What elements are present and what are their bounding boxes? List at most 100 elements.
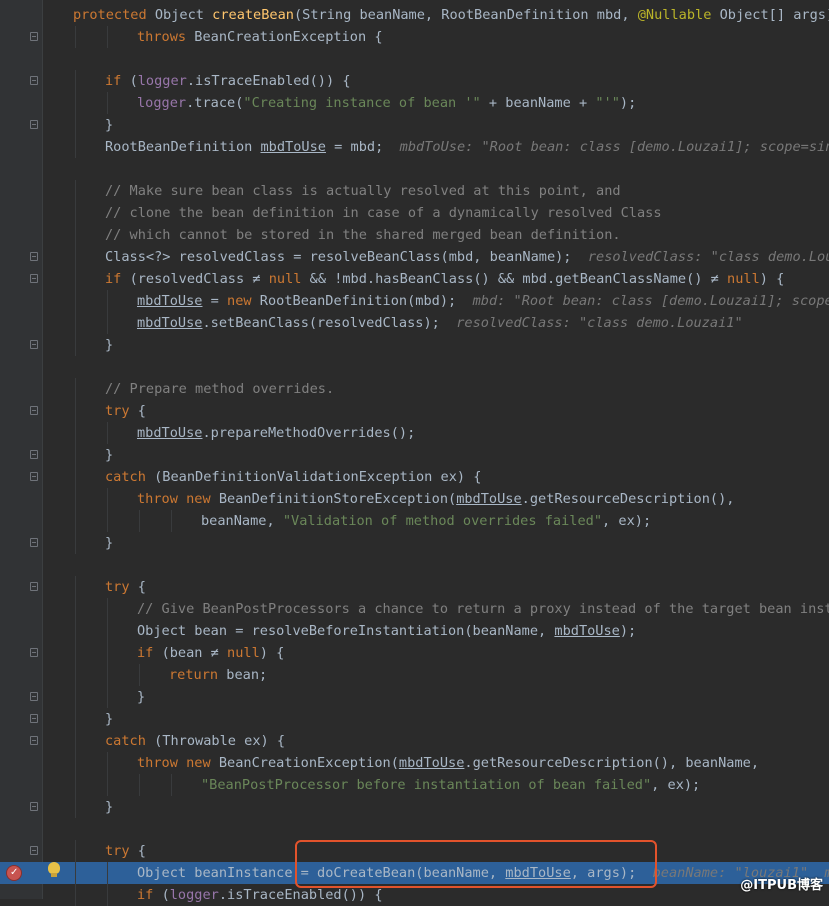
fold-marker-icon[interactable]: [30, 120, 38, 129]
code-line[interactable]: [0, 818, 829, 840]
code-token: mbdToUse: [554, 623, 620, 639]
code-token: , ex);: [651, 777, 701, 793]
code-line[interactable]: Object bean = resolveBeforeInstantiation…: [0, 620, 829, 642]
fold-marker-icon[interactable]: [30, 692, 38, 701]
code-token: @Nullable: [637, 7, 712, 23]
code-token: }: [105, 711, 114, 727]
code-token: createBean: [212, 7, 294, 23]
code-line[interactable]: if (bean ≠ null) {: [0, 642, 829, 664]
code-text: if (logger.isTraceEnabled()) {: [105, 70, 351, 92]
code-token: "'": [595, 95, 620, 111]
code-line[interactable]: [0, 554, 829, 576]
code-line[interactable]: // Make sure bean class is actually reso…: [0, 180, 829, 202]
code-line[interactable]: RootBeanDefinition mbdToUse = mbd; mbdTo…: [0, 136, 829, 158]
fold-marker-icon[interactable]: [30, 32, 38, 41]
fold-marker-icon[interactable]: [30, 406, 38, 415]
code-line[interactable]: [0, 48, 829, 70]
code-token: (Throwable ex) {: [154, 733, 286, 749]
code-text: throws BeanCreationException {: [137, 26, 383, 48]
code-line[interactable]: }: [0, 708, 829, 730]
fold-marker-icon[interactable]: [30, 846, 38, 855]
indent-guide: [107, 774, 108, 796]
indent-guide: [75, 334, 76, 356]
fold-marker-icon[interactable]: [30, 538, 38, 547]
code-line[interactable]: // Prepare method overrides.: [0, 378, 829, 400]
code-line[interactable]: }: [0, 796, 829, 818]
code-text: // Make sure bean class is actually reso…: [105, 180, 621, 202]
code-line[interactable]: mbdToUse = new RootBeanDefinition(mbd); …: [0, 290, 829, 312]
code-line[interactable]: mbdToUse.setBeanClass(resolvedClass); re…: [0, 312, 829, 334]
code-line[interactable]: throw new BeanDefinitionStoreException(m…: [0, 488, 829, 510]
code-line[interactable]: }: [0, 532, 829, 554]
fold-marker-icon[interactable]: [30, 252, 38, 261]
code-line[interactable]: protected Object createBean(String beanN…: [0, 4, 829, 26]
code-token: if: [137, 645, 162, 661]
code-text: }: [105, 532, 113, 554]
code-line[interactable]: // which cannot be stored in the shared …: [0, 224, 829, 246]
code-text: mbdToUse = new RootBeanDefinition(mbd); …: [137, 290, 829, 312]
indent-guide: [75, 136, 76, 158]
code-line[interactable]: if (resolvedClass ≠ null && !mbd.hasBean…: [0, 268, 829, 290]
indent-guide: [75, 532, 76, 554]
fold-marker-icon[interactable]: [30, 76, 38, 85]
code-line[interactable]: Class<?> resolvedClass = resolveBeanClas…: [0, 246, 829, 268]
code-line[interactable]: return bean;: [0, 664, 829, 686]
code-text: // Prepare method overrides.: [105, 378, 334, 400]
code-text: mbdToUse.setBeanClass(resolvedClass); re…: [137, 312, 743, 334]
code-line[interactable]: try {: [0, 576, 829, 598]
code-token: (resolvedClass ≠: [129, 271, 269, 287]
code-text: try {: [105, 400, 146, 422]
code-token: {: [137, 403, 146, 419]
code-token: mbdToUse: [137, 425, 203, 441]
watermark: @ITPUB博客: [740, 878, 823, 893]
code-line[interactable]: beanName, "Validation of method override…: [0, 510, 829, 532]
code-editor[interactable]: protected Object createBean(String beanN…: [0, 4, 829, 906]
code-token: =: [202, 293, 228, 309]
code-line[interactable]: // Give BeanPostProcessors a chance to r…: [0, 598, 829, 620]
indent-guide: [75, 862, 76, 884]
indent-guide: [107, 92, 108, 114]
code-line[interactable]: throws BeanCreationException {: [0, 26, 829, 48]
code-line[interactable]: throw new BeanCreationException(mbdToUse…: [0, 752, 829, 774]
code-line[interactable]: [0, 356, 829, 378]
code-line[interactable]: }: [0, 686, 829, 708]
code-token: catch: [105, 733, 155, 749]
code-text: try {: [105, 576, 146, 598]
code-line[interactable]: [0, 158, 829, 180]
fold-marker-icon[interactable]: [30, 736, 38, 745]
indent-guide: [75, 114, 76, 136]
fold-marker-icon[interactable]: [30, 472, 38, 481]
code-token: );: [619, 623, 637, 639]
fold-marker-icon[interactable]: [30, 802, 38, 811]
code-line[interactable]: if (logger.isTraceEnabled()) {: [0, 70, 829, 92]
code-line[interactable]: logger.trace("Creating instance of bean …: [0, 92, 829, 114]
fold-marker-icon[interactable]: [30, 714, 38, 723]
fold-marker-icon[interactable]: [30, 340, 38, 349]
code-token: {: [137, 843, 146, 859]
code-line[interactable]: catch (BeanDefinitionValidationException…: [0, 466, 829, 488]
code-line[interactable]: try {: [0, 400, 829, 422]
fold-marker-icon[interactable]: [30, 274, 38, 283]
code-line[interactable]: "BeanPostProcessor before instantiation …: [0, 774, 829, 796]
indent-guide: [107, 686, 108, 708]
indent-guide: [75, 70, 76, 92]
code-text: }: [105, 334, 113, 356]
code-line[interactable]: mbdToUse.prepareMethodOverrides();: [0, 422, 829, 444]
indent-guide: [107, 884, 108, 906]
indent-guide: [75, 752, 76, 774]
fold-marker-icon[interactable]: [30, 450, 38, 459]
code-token: }: [105, 337, 114, 353]
code-line[interactable]: }: [0, 444, 829, 466]
code-line[interactable]: catch (Throwable ex) {: [0, 730, 829, 752]
code-token: try: [105, 403, 138, 419]
code-token: Class<?> resolvedClass = resolveBeanClas…: [105, 249, 588, 265]
code-line[interactable]: }: [0, 334, 829, 356]
fold-marker-icon[interactable]: [30, 648, 38, 657]
code-token: null: [727, 271, 760, 287]
fold-marker-icon[interactable]: [30, 582, 38, 591]
code-line[interactable]: // clone the bean definition in case of …: [0, 202, 829, 224]
indent-guide: [107, 664, 108, 686]
code-line[interactable]: }: [0, 114, 829, 136]
indent-guide: [75, 884, 76, 906]
indent-guide: [75, 378, 76, 400]
